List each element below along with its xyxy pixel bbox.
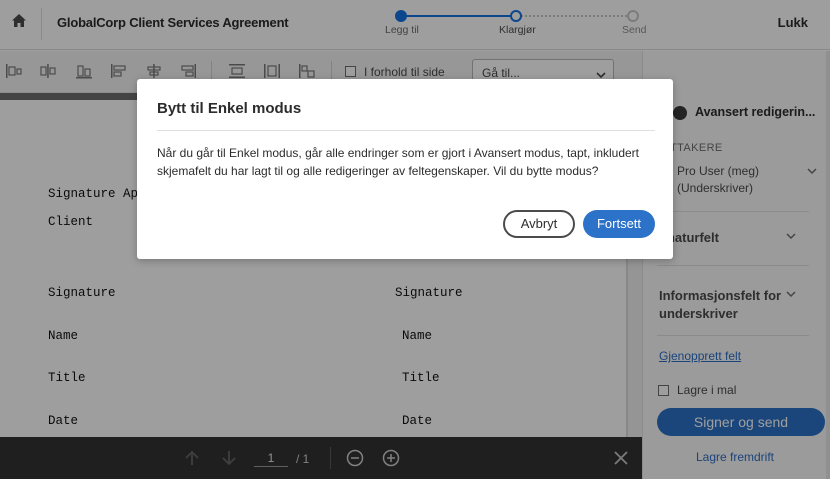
dialog-message: Når du går til Enkel modus, går alle end… [157,146,640,178]
dialog-divider [157,130,655,131]
cancel-button[interactable]: Avbryt [503,210,575,238]
continue-button[interactable]: Fortsett [583,210,655,238]
switch-mode-dialog: Bytt til Enkel modus Når du går til Enke… [137,79,673,259]
dialog-title: Bytt til Enkel modus [157,100,302,117]
app-root: GlobalCorp Client Services Agreement Leg… [0,0,830,479]
